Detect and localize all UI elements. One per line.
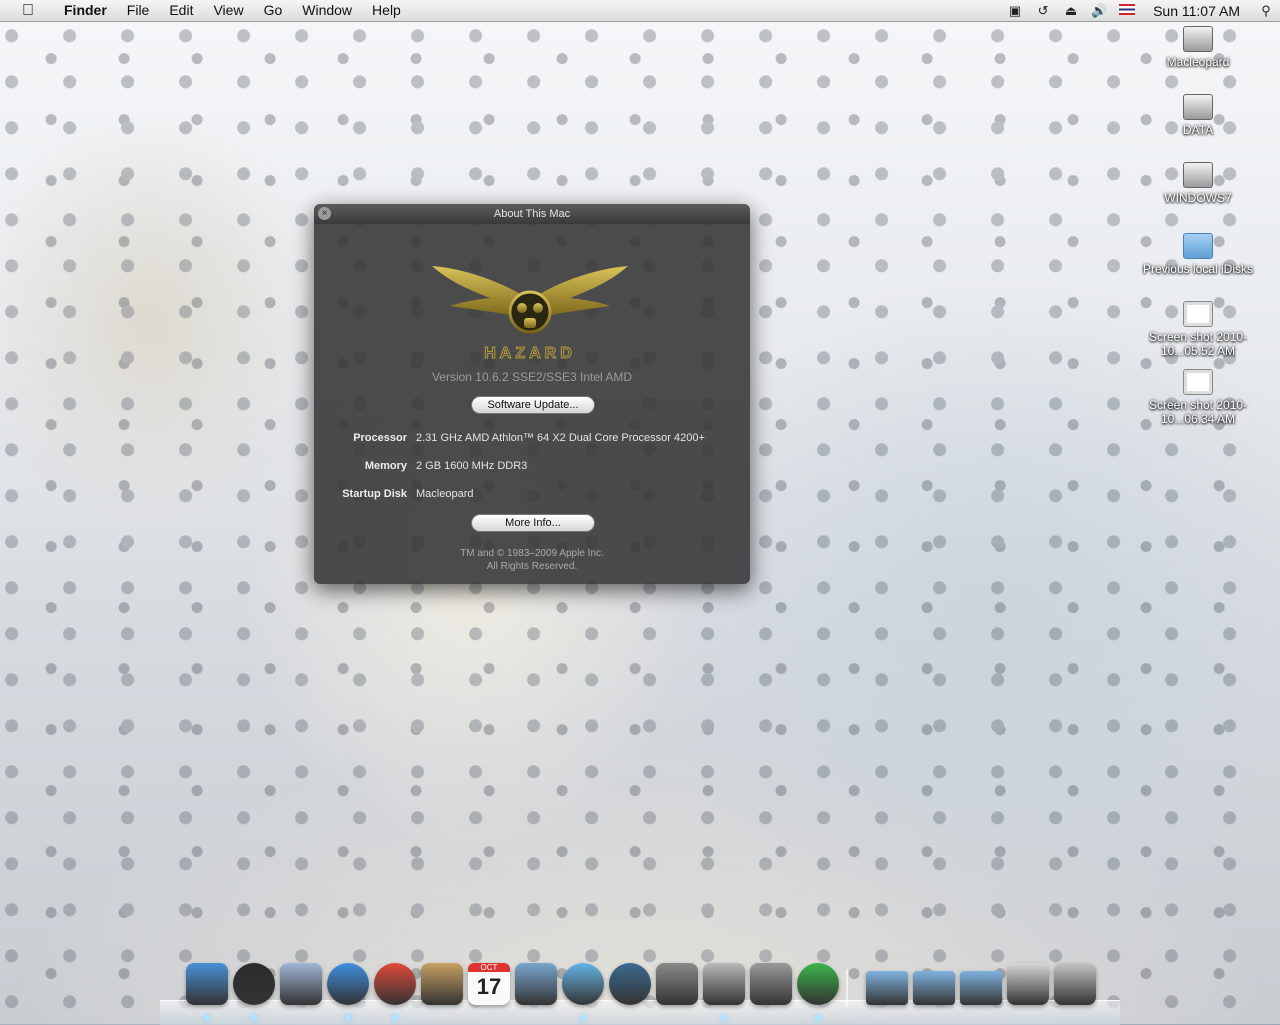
processor-value: 2.31 GHz AMD Athlon™ 64 X2 Dual Core Pro…	[416, 432, 705, 444]
desktop-icon-label: Screen shot 2010-10...06.34 AM	[1148, 398, 1248, 426]
dock-running-indicator	[345, 1015, 351, 1021]
mail-icon[interactable]	[280, 963, 322, 1005]
desktop-icon-windows7[interactable]: WINDOWS7	[1123, 162, 1273, 205]
time-machine-icon[interactable]	[609, 963, 651, 1005]
menu-help[interactable]: Help	[362, 0, 411, 21]
volume-icon[interactable]: 🔊	[1085, 3, 1113, 19]
dock-running-indicator	[815, 1015, 821, 1021]
dashboard-icon[interactable]	[233, 963, 275, 1005]
hazard-logo-icon: HAZARD	[432, 266, 628, 363]
display-icon[interactable]: ▣	[1001, 3, 1029, 19]
copyright-line-2: All Rights Reserved.	[486, 561, 578, 572]
menu-edit[interactable]: Edit	[159, 0, 203, 21]
startup-disk-value: Macleopard	[416, 488, 474, 500]
memory-label: Memory	[364, 460, 407, 472]
desktop-icon-previous-idisks[interactable]: Previous local iDisks	[1123, 233, 1273, 276]
desktop-icon-screenshot-1[interactable]: Screen shot 2010-10...05.52 AM	[1123, 301, 1273, 358]
utorrent-icon[interactable]	[797, 963, 839, 1005]
finder-icon[interactable]	[186, 963, 228, 1005]
safari-icon[interactable]	[327, 963, 369, 1005]
folder-icon	[1183, 233, 1213, 259]
address-book-icon[interactable]	[421, 963, 463, 1005]
chrome-icon[interactable]	[374, 963, 416, 1005]
hard-drive-icon	[1183, 94, 1213, 120]
preview-stack-icon[interactable]	[1007, 963, 1049, 1005]
menu-view[interactable]: View	[203, 0, 253, 21]
eject-icon[interactable]: ⏏	[1057, 3, 1085, 19]
menu-window[interactable]: Window	[292, 0, 362, 21]
desktop-icon-data[interactable]: DATA	[1123, 94, 1273, 137]
image-file-icon	[1183, 301, 1213, 327]
menubar:  Finder File Edit View Go Window Help ▣…	[0, 0, 1280, 22]
time-machine-icon[interactable]: ↺	[1029, 3, 1057, 19]
menu-file[interactable]: File	[117, 0, 160, 21]
menubar-clock[interactable]: Sun 11:07 AM	[1141, 3, 1252, 19]
dock: OCT 17	[186, 963, 1096, 1021]
hard-drive-icon	[1183, 162, 1213, 188]
dock-separator	[846, 969, 848, 1007]
desktop-icon-label: Screen shot 2010-10...05.52 AM	[1148, 330, 1248, 358]
dock-running-indicator	[721, 1015, 727, 1021]
hard-drive-icon	[1183, 26, 1213, 52]
dock-running-indicator	[392, 1015, 398, 1021]
spotlight-icon[interactable]: ⚲	[1252, 3, 1280, 19]
desktop-icon-label: WINDOWS7	[1164, 191, 1232, 205]
menu-go[interactable]: Go	[254, 0, 293, 21]
input-flag-icon[interactable]	[1113, 3, 1141, 18]
ical-day: 17	[476, 974, 502, 999]
desktop-icon-screenshot-2[interactable]: Screen shot 2010-10...06.34 AM	[1123, 369, 1273, 426]
apple-menu-icon[interactable]: 	[0, 0, 56, 21]
dock-running-indicator	[251, 1015, 257, 1021]
itunes-icon[interactable]	[562, 963, 604, 1005]
desktop-icon-label: Previous local iDisks	[1142, 262, 1254, 276]
os-version: Version 10.6.2 SSE2/SSE3 Intel AMD	[431, 370, 633, 384]
window-title: About This Mac	[493, 208, 571, 220]
applications-folder-icon[interactable]	[866, 971, 908, 1005]
logo-text: HAZARD	[484, 345, 576, 362]
startup-disk-label: Startup Disk	[342, 488, 407, 500]
image-file-icon	[1183, 369, 1213, 395]
trash-icon[interactable]	[1054, 963, 1096, 1005]
downloads-folder-icon[interactable]	[960, 971, 1002, 1005]
processor-label: Processor	[353, 432, 407, 444]
documents-folder-icon[interactable]	[913, 971, 955, 1005]
desktop-icon-macleopard[interactable]: Macleopard	[1123, 26, 1273, 69]
software-update-button[interactable]: Software Update...	[471, 396, 595, 414]
window-titlebar[interactable]: × About This Mac	[314, 204, 750, 224]
more-info-button[interactable]: More Info...	[471, 514, 595, 532]
ical-month: OCT	[468, 963, 510, 972]
dock-running-indicator	[204, 1015, 210, 1021]
copyright-line-1: TM and © 1983–2009 Apple Inc.	[460, 548, 604, 559]
desktop-icon-label: DATA	[1182, 123, 1214, 137]
installer-icon[interactable]	[703, 963, 745, 1005]
ical-icon[interactable]: OCT 17	[468, 963, 510, 1005]
close-icon[interactable]: ×	[318, 207, 331, 220]
desktop-icon-label: Macleopard	[1166, 55, 1230, 69]
app-menu-finder[interactable]: Finder	[56, 0, 117, 21]
status-area: ▣ ↺ ⏏ 🔊 Sun 11:07 AM ⚲	[1001, 0, 1280, 21]
utility-icon[interactable]	[750, 963, 792, 1005]
iphoto-icon[interactable]	[515, 963, 557, 1005]
memory-value: 2 GB 1600 MHz DDR3	[416, 460, 528, 472]
copyright-text: TM and © 1983–2009 Apple Inc. All Rights…	[314, 547, 750, 573]
system-preferences-icon[interactable]	[656, 963, 698, 1005]
dock-running-indicator	[580, 1015, 586, 1021]
about-this-mac-window: × About This Mac HAZARD Version 10.6.2 S…	[314, 204, 750, 584]
